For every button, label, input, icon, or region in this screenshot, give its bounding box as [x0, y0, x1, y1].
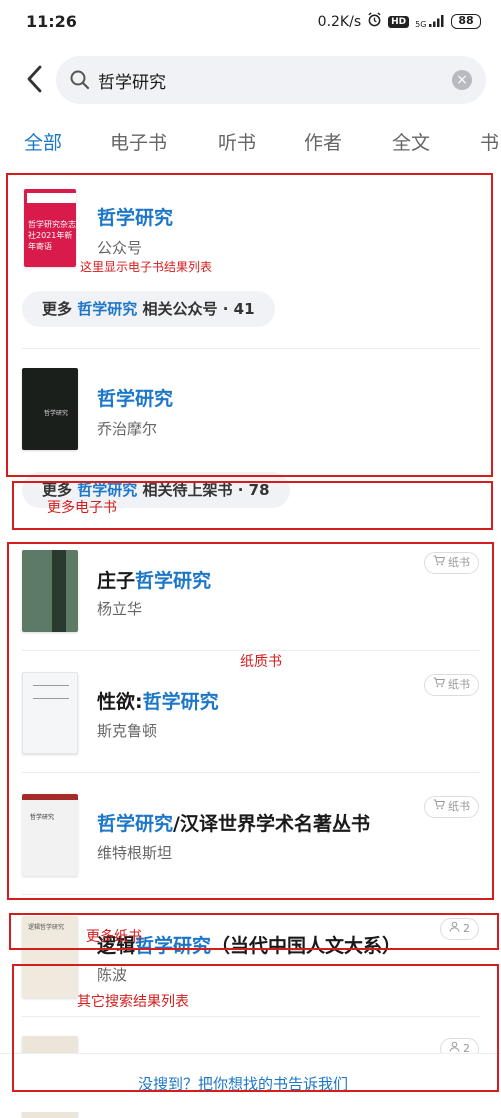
status-bar: 11:26 0.2K/s HD 5G 88: [0, 0, 501, 44]
search-tabs: 全部 电子书 听书 作者 全文 书: [0, 120, 501, 160]
hd-icon: HD: [388, 15, 410, 28]
tab-books[interactable]: 书: [480, 128, 499, 155]
search-box[interactable]: ×: [56, 56, 486, 104]
alarm-icon: [367, 12, 382, 31]
annotation-box-more-paper: [9, 913, 499, 950]
status-indicators: 0.2K/s HD 5G 88: [318, 12, 481, 31]
search-input[interactable]: [98, 68, 438, 92]
annotation-box-paper-books: [7, 542, 494, 900]
annotation-label-more-ebooks: 更多电子书: [47, 500, 117, 516]
tab-ebooks[interactable]: 电子书: [110, 128, 167, 155]
tab-audiobooks[interactable]: 听书: [218, 128, 256, 155]
tab-all[interactable]: 全部: [24, 128, 62, 155]
annotation-label-paper-books: 纸质书: [240, 654, 282, 670]
status-time: 11:26: [26, 12, 77, 31]
annotation-box-ebooks: [6, 173, 493, 477]
tab-fulltext[interactable]: 全文: [392, 128, 430, 155]
annotation-box-other: [12, 964, 499, 1092]
battery-icon: 88: [451, 14, 481, 29]
tab-authors[interactable]: 作者: [304, 128, 342, 155]
chevron-left-icon: [27, 65, 42, 93]
network-type: 5G: [415, 19, 427, 29]
annotation-label-ebooks: 这里显示电子书结果列表: [80, 260, 213, 274]
annotation-label-more-paper: 更多纸书: [86, 929, 142, 945]
clear-icon[interactable]: ×: [452, 70, 472, 90]
signal-icon: 5G: [415, 14, 445, 29]
annotation-label-other: 其它搜索结果列表: [77, 994, 189, 1010]
search-icon: [68, 68, 92, 92]
back-button[interactable]: [22, 62, 46, 96]
network-speed: 0.2K/s: [317, 13, 362, 30]
